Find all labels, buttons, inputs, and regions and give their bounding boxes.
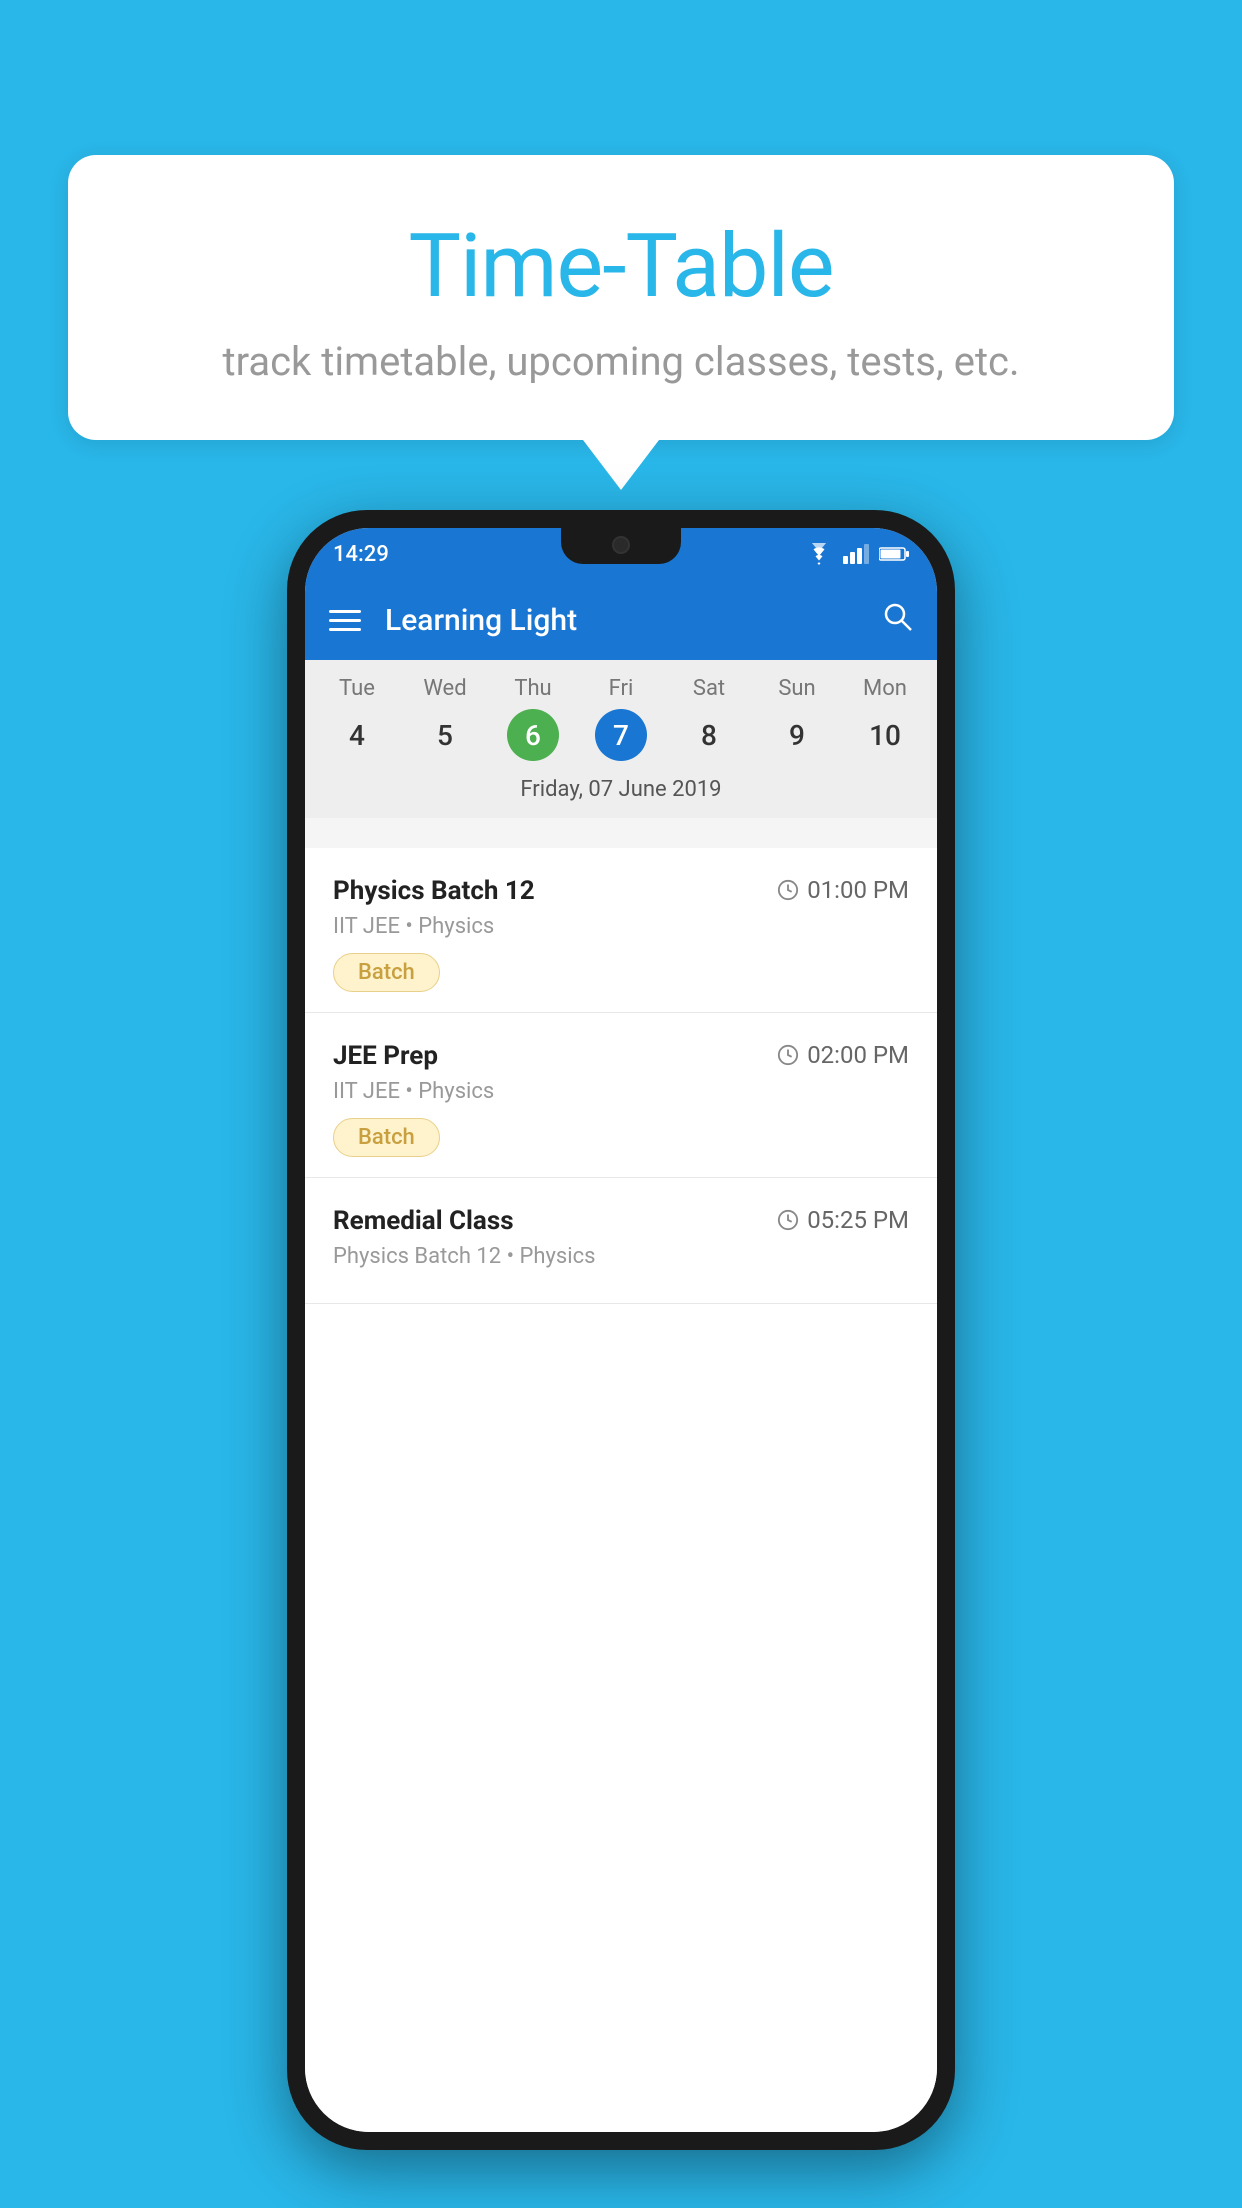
schedule-time: 05:25 PM xyxy=(777,1206,909,1234)
camera-icon xyxy=(612,536,630,554)
day-name: Thu xyxy=(514,676,551,701)
calendar-section: Tue 4 Wed 5 Thu 6 Fri 7 Sat 8 Sun 9 Mon 10 Friday, 07… xyxy=(305,660,937,818)
phone-notch xyxy=(561,528,681,564)
day-number: 7 xyxy=(595,709,647,761)
day-cell-thu[interactable]: Thu 6 xyxy=(497,676,569,761)
day-number: 6 xyxy=(507,709,559,761)
hamburger-line-1 xyxy=(329,610,361,613)
status-time: 14:29 xyxy=(333,542,389,567)
phone-wrapper: 14:29 xyxy=(287,510,955,2150)
day-cell-sat[interactable]: Sat 8 xyxy=(673,676,745,761)
battery-icon xyxy=(879,546,909,562)
days-row: Tue 4 Wed 5 Thu 6 Fri 7 Sat 8 Sun 9 Mon 10 xyxy=(305,660,937,769)
schedule-title: JEE Prep xyxy=(333,1041,438,1071)
schedule-item-1[interactable]: JEE Prep 02:00 PM IIT JEE • Physics Batch xyxy=(305,1013,937,1178)
day-cell-wed[interactable]: Wed 5 xyxy=(409,676,481,761)
schedule-time: 01:00 PM xyxy=(777,876,909,904)
phone-screen: 14:29 xyxy=(305,528,937,2132)
phone-frame: 14:29 xyxy=(287,510,955,2150)
day-name: Tue xyxy=(339,676,375,701)
day-number: 10 xyxy=(859,709,911,761)
day-name: Fri xyxy=(609,676,634,701)
speech-bubble-title: Time-Table xyxy=(148,215,1094,318)
hamburger-line-2 xyxy=(329,619,361,622)
app-bar-title: Learning Light xyxy=(385,603,881,638)
schedule-item-top: Physics Batch 12 01:00 PM xyxy=(333,876,909,906)
speech-bubble-container: Time-Table track timetable, upcoming cla… xyxy=(68,155,1174,490)
day-cell-tue[interactable]: Tue 4 xyxy=(321,676,393,761)
day-name: Sat xyxy=(693,676,725,701)
day-number: 9 xyxy=(771,709,823,761)
schedule-title: Remedial Class xyxy=(333,1206,514,1236)
batch-badge: Batch xyxy=(333,1118,440,1157)
status-icons xyxy=(805,543,909,565)
day-name: Wed xyxy=(423,676,466,701)
hamburger-line-3 xyxy=(329,628,361,631)
clock-icon xyxy=(777,879,799,901)
clock-icon xyxy=(777,1044,799,1066)
day-number: 4 xyxy=(331,709,383,761)
wifi-icon xyxy=(805,543,833,565)
schedule-list: Physics Batch 12 01:00 PM IIT JEE • Physi… xyxy=(305,848,937,2132)
day-cell-mon[interactable]: Mon 10 xyxy=(849,676,921,761)
schedule-title: Physics Batch 12 xyxy=(333,876,535,906)
day-name: Mon xyxy=(863,676,907,701)
day-number: 5 xyxy=(419,709,471,761)
app-bar: Learning Light xyxy=(305,580,937,660)
hamburger-menu-icon[interactable] xyxy=(329,610,361,631)
schedule-item-top: JEE Prep 02:00 PM xyxy=(333,1041,909,1071)
speech-bubble-subtitle: track timetable, upcoming classes, tests… xyxy=(148,338,1094,385)
batch-badge: Batch xyxy=(333,953,440,992)
schedule-item-top: Remedial Class 05:25 PM xyxy=(333,1206,909,1236)
day-cell-sun[interactable]: Sun 9 xyxy=(761,676,833,761)
schedule-subtitle: IIT JEE • Physics xyxy=(333,1079,909,1104)
schedule-item-2[interactable]: Remedial Class 05:25 PM Physics Batch 12 … xyxy=(305,1178,937,1304)
search-button[interactable] xyxy=(881,600,913,640)
schedule-subtitle: Physics Batch 12 • Physics xyxy=(333,1244,909,1269)
schedule-subtitle: IIT JEE • Physics xyxy=(333,914,909,939)
day-cell-fri[interactable]: Fri 7 xyxy=(585,676,657,761)
schedule-time: 02:00 PM xyxy=(777,1041,909,1069)
day-name: Sun xyxy=(778,676,815,701)
selected-date-label: Friday, 07 June 2019 xyxy=(305,769,937,818)
schedule-item-0[interactable]: Physics Batch 12 01:00 PM IIT JEE • Physi… xyxy=(305,848,937,1013)
speech-bubble: Time-Table track timetable, upcoming cla… xyxy=(68,155,1174,440)
signal-icon xyxy=(843,544,869,564)
clock-icon xyxy=(777,1209,799,1231)
day-number: 8 xyxy=(683,709,735,761)
speech-bubble-arrow xyxy=(583,440,659,490)
